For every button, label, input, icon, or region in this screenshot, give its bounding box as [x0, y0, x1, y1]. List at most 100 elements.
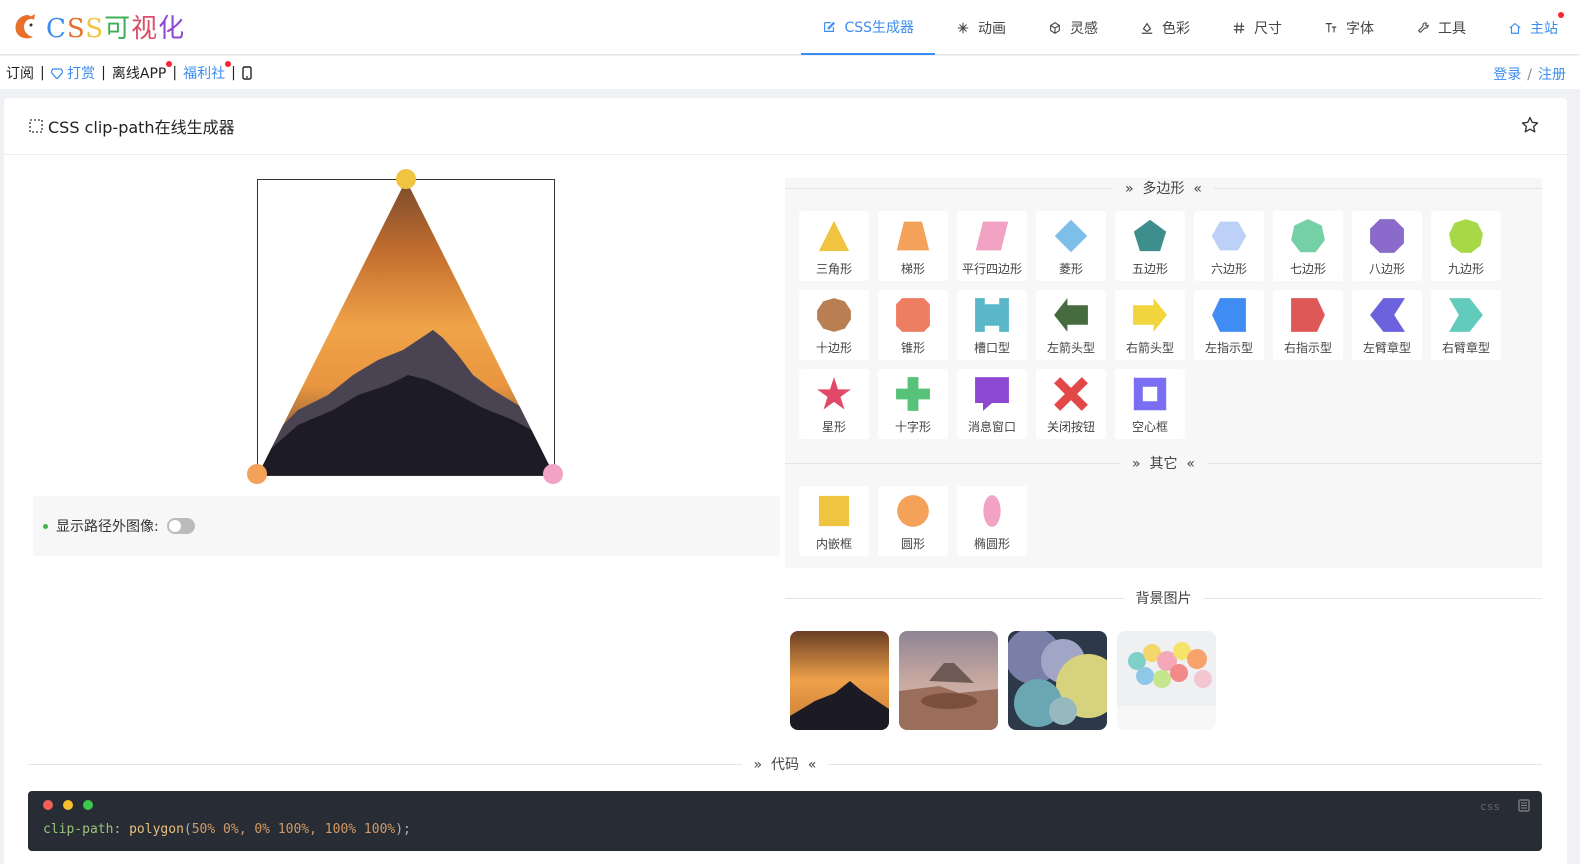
shape-tile-polygon[interactable]: 三角形 — [799, 211, 869, 281]
shape-tile-polygon[interactable]: 槽口型 — [957, 290, 1027, 360]
nav-label: CSS生成器 — [844, 19, 914, 36]
separator: | — [231, 64, 236, 81]
shape-preview-icon — [975, 221, 1009, 251]
shape-tile-polygon[interactable]: 梯形 — [878, 211, 948, 281]
diamond-icon — [49, 67, 64, 80]
shape-tile-polygon[interactable]: 九边形 — [1431, 211, 1501, 281]
shape-preview-icon — [1291, 298, 1325, 332]
handle-bottom-left[interactable] — [247, 464, 267, 484]
register-link[interactable]: 注册 — [1538, 67, 1566, 83]
handle-bottom-right[interactable] — [543, 464, 563, 484]
code-heading: » 代码 « — [753, 757, 817, 773]
bullet-dot — [43, 523, 48, 529]
shape-label: 左箭头型 — [1046, 341, 1095, 355]
shape-label: 消息窗口 — [967, 420, 1016, 434]
home-icon — [1509, 22, 1521, 34]
css-args: 50% 0%, 0% 100%, 100% 100% — [191, 822, 396, 837]
mobile-icon[interactable] — [242, 65, 252, 80]
login-link[interactable]: 登录 — [1493, 67, 1521, 83]
shape-label: 锥形 — [900, 341, 925, 355]
shape-tile-polygon[interactable]: 七边形 — [1273, 211, 1343, 281]
favorite-star-icon[interactable] — [1521, 116, 1539, 134]
nav-item-0[interactable]: CSS生成器 — [801, 0, 935, 55]
nav-item-4[interactable]: 尺寸 — [1211, 0, 1303, 55]
background-thumb-3[interactable] — [1008, 631, 1107, 730]
nav-item-7[interactable]: 主站 — [1487, 0, 1566, 55]
shape-tile-polygon[interactable]: 锥形 — [878, 290, 948, 360]
nav-item-2[interactable]: 灵感 — [1027, 0, 1119, 55]
shape-tile-polygon[interactable]: 左指示型 — [1194, 290, 1264, 360]
auth-links: 登录 / 注册 — [1493, 64, 1566, 84]
cube-icon — [1050, 21, 1060, 34]
shape-label: 圆形 — [900, 537, 925, 551]
shape-tile-polygon[interactable]: 右指示型 — [1273, 290, 1343, 360]
code-line[interactable]: clip-path: polygon(50% 0%, 0% 100%, 100%… — [43, 822, 411, 837]
nav-item-5[interactable]: 字体 — [1303, 0, 1395, 55]
site-logo[interactable]: CSS可视化 — [12, 8, 185, 45]
show-outside-toggle[interactable] — [166, 518, 195, 534]
separator: | — [40, 64, 45, 81]
shape-label: 椭圆形 — [973, 537, 1010, 551]
background-heading: 背景图片 — [1135, 591, 1192, 607]
shape-tile-polygon[interactable]: 五边形 — [1115, 211, 1185, 281]
shape-tile-polygon[interactable]: 八边形 — [1352, 211, 1422, 281]
shape-tile-other[interactable]: 椭圆形 — [957, 486, 1027, 556]
options-panel: 显示路径外图像: — [33, 496, 780, 556]
code-language: css — [1480, 800, 1500, 813]
copy-icon[interactable] — [1518, 799, 1530, 812]
offline-app-link[interactable]: 离线APP — [111, 60, 173, 83]
shape-label: 右箭头型 — [1125, 341, 1174, 355]
shape-tile-polygon[interactable]: 菱形 — [1036, 211, 1106, 281]
shape-tile-other[interactable]: 圆形 — [878, 486, 948, 556]
shape-tile-other[interactable]: 内嵌框 — [799, 486, 869, 556]
shape-tile-polygon[interactable]: 十边形 — [799, 290, 869, 360]
code-divider: » 代码 « — [28, 754, 1542, 774]
shape-label: 星形 — [821, 420, 846, 434]
nav-item-1[interactable]: 动画 — [935, 0, 1027, 55]
css-property: clip-path — [43, 822, 114, 837]
shape-label: 六边形 — [1210, 262, 1247, 276]
shape-tile-polygon[interactable]: 左臂章型 — [1352, 290, 1422, 360]
nav-item-3[interactable]: 色彩 — [1119, 0, 1211, 55]
shape-tile-polygon[interactable]: 平行四边形 — [957, 211, 1027, 281]
shape-tile-polygon[interactable]: 关闭按钮 — [1036, 369, 1106, 439]
fox-logo-icon — [15, 13, 35, 38]
shape-tile-polygon[interactable]: 右臂章型 — [1431, 290, 1501, 360]
shape-tile-polygon[interactable]: 十字形 — [878, 369, 948, 439]
handle-top[interactable] — [396, 169, 416, 189]
background-thumb-2[interactable] — [899, 631, 998, 730]
notification-dot — [225, 60, 232, 67]
shape-preview-icon — [975, 377, 1009, 411]
background-thumb-4[interactable] — [1117, 631, 1216, 730]
background-divider: 背景图片 — [785, 588, 1542, 608]
reward-link[interactable]: 打赏 — [49, 63, 96, 83]
shape-label: 关闭按钮 — [1046, 420, 1095, 434]
window-controls — [43, 800, 93, 810]
animation-icon — [957, 22, 969, 33]
separator: | — [172, 64, 178, 81]
background-thumb-1[interactable] — [790, 631, 889, 730]
shape-tile-polygon[interactable]: 六边形 — [1194, 211, 1264, 281]
shape-tile-polygon[interactable]: 空心框 — [1115, 369, 1185, 439]
shape-tile-polygon[interactable]: 左箭头型 — [1036, 290, 1106, 360]
shape-tile-polygon[interactable]: 右箭头型 — [1115, 290, 1185, 360]
selection-icon — [29, 119, 43, 133]
nav-label: 灵感 — [1070, 20, 1098, 37]
nav-item-6[interactable]: 工具 — [1395, 0, 1487, 55]
shape-preview-icon — [983, 495, 1001, 527]
shape-label: 三角形 — [815, 262, 852, 276]
close-dot — [43, 800, 53, 810]
shape-preview-icon — [1449, 219, 1483, 253]
shape-tile-polygon[interactable]: 星形 — [799, 369, 869, 439]
shape-label: 左臂章型 — [1362, 341, 1411, 355]
offline-app-label: 离线APP — [111, 65, 167, 82]
shape-label: 右指示型 — [1283, 341, 1332, 355]
polygon-divider: » 多边形 « — [785, 178, 1542, 198]
clipped-image — [258, 180, 554, 475]
reward-label: 打赏 — [67, 65, 96, 82]
welfare-link[interactable]: 福利社 — [183, 60, 232, 83]
shape-tile-polygon[interactable]: 消息窗口 — [957, 369, 1027, 439]
shape-label: 右臂章型 — [1441, 341, 1490, 355]
subscribe-link[interactable]: 订阅 — [6, 63, 34, 83]
other-heading: » 其它 « — [1132, 456, 1195, 472]
